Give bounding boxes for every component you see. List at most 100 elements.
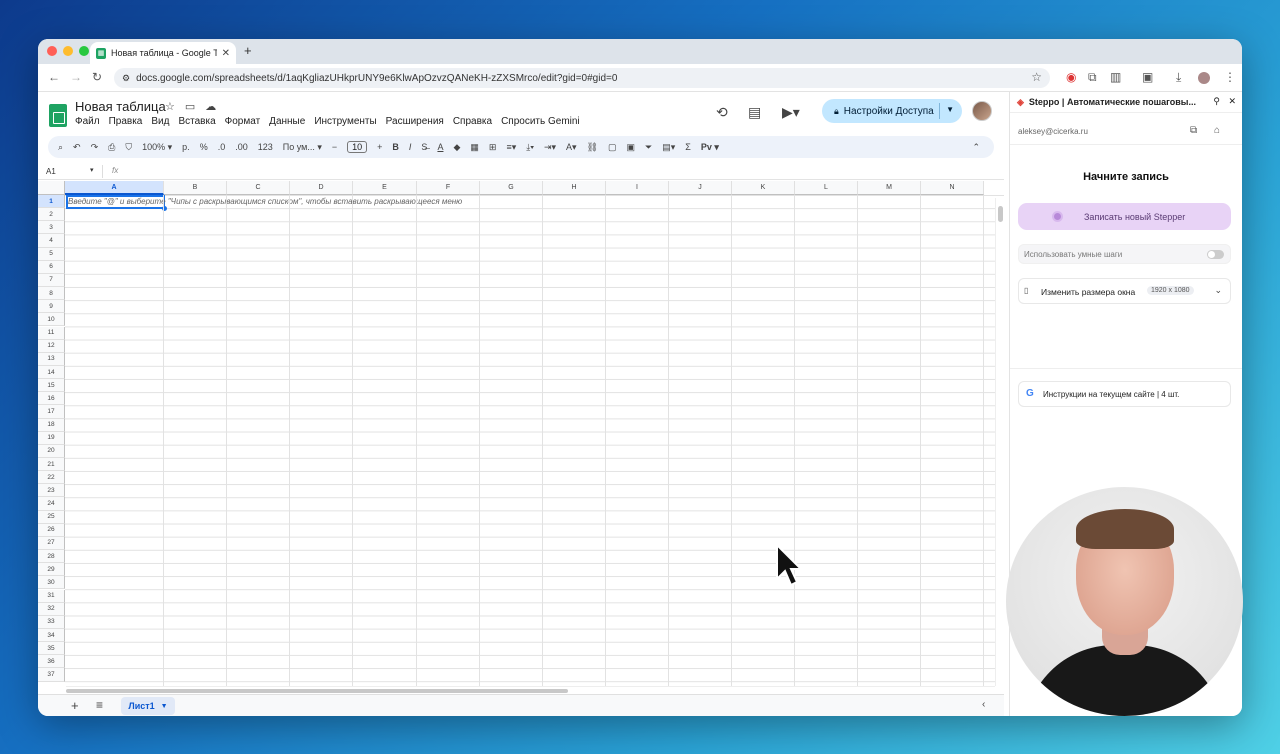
font-select[interactable]: По ум... ▾ bbox=[283, 142, 322, 153]
menu-insert[interactable]: Вставка bbox=[178, 116, 215, 127]
open-external-icon[interactable]: ⧉ bbox=[1190, 125, 1197, 136]
print-icon[interactable]: ⎙ bbox=[108, 142, 115, 153]
fill-color-icon[interactable]: ◆ bbox=[453, 142, 460, 153]
insert-chart-icon[interactable]: ▣ bbox=[627, 142, 636, 153]
menu-extensions[interactable]: Расширения bbox=[386, 116, 444, 127]
more-formats-button[interactable]: 123 bbox=[258, 142, 273, 152]
row-header-21[interactable]: 21 bbox=[38, 458, 65, 472]
share-dropdown-icon[interactable]: ▼ bbox=[946, 105, 954, 114]
row-header-25[interactable]: 25 bbox=[38, 510, 65, 524]
column-header-c[interactable]: C bbox=[227, 181, 290, 195]
row-header-31[interactable]: 31 bbox=[38, 589, 65, 603]
menu-format[interactable]: Формат bbox=[225, 116, 261, 127]
name-box[interactable]: A1 bbox=[46, 167, 56, 176]
vertical-scrollbar[interactable] bbox=[995, 198, 1004, 686]
redo-icon[interactable]: ↷ bbox=[91, 142, 99, 153]
horizontal-scrollbar[interactable] bbox=[66, 686, 995, 694]
text-rotation-icon[interactable]: A▾ bbox=[566, 142, 577, 153]
all-sheets-icon[interactable]: ≡ bbox=[96, 698, 103, 712]
menu-data[interactable]: Данные bbox=[269, 116, 305, 127]
paint-format-icon[interactable]: ⛉ bbox=[125, 142, 132, 153]
close-tab-icon[interactable]: ✕ bbox=[222, 48, 230, 59]
row-header-1[interactable]: 1 bbox=[38, 195, 65, 209]
percent-button[interactable]: % bbox=[200, 142, 208, 152]
input-tools-button[interactable]: Рv ▾ bbox=[701, 142, 719, 153]
name-box-dropdown-icon[interactable]: ▾ bbox=[90, 166, 94, 174]
comments-icon[interactable]: ▤ bbox=[748, 104, 761, 121]
row-header-27[interactable]: 27 bbox=[38, 536, 65, 551]
document-title[interactable]: Новая таблица bbox=[75, 99, 166, 114]
close-window-button[interactable] bbox=[47, 46, 57, 56]
row-header-13[interactable]: 13 bbox=[38, 352, 65, 366]
row-header-17[interactable]: 17 bbox=[38, 405, 65, 419]
row-header-28[interactable]: 28 bbox=[38, 550, 65, 564]
search-menus-icon[interactable]: ⌕ bbox=[58, 142, 63, 153]
horizontal-align-icon[interactable]: ≡▾ bbox=[506, 142, 516, 153]
column-header-k[interactable]: K bbox=[732, 181, 795, 195]
row-header-20[interactable]: 20 bbox=[38, 444, 65, 458]
filter-icon[interactable]: ⏷ bbox=[645, 142, 652, 153]
column-header-j[interactable]: J bbox=[669, 181, 732, 195]
column-header-n[interactable]: N bbox=[921, 181, 984, 195]
font-size-decrease-icon[interactable]: − bbox=[332, 142, 337, 152]
share-button[interactable]: 🔒︎ Настройки Доступа ▼ bbox=[822, 99, 962, 123]
back-icon[interactable]: ← bbox=[48, 70, 60, 84]
collapse-toolbar-icon[interactable]: ⌃ bbox=[972, 142, 980, 153]
collapse-explore-icon[interactable]: ‹ bbox=[982, 699, 985, 710]
menu-help[interactable]: Справка bbox=[453, 116, 492, 127]
row-header-14[interactable]: 14 bbox=[38, 365, 65, 380]
download-icon[interactable]: ⤓ bbox=[1176, 70, 1181, 85]
row-header-35[interactable]: 35 bbox=[38, 642, 65, 656]
bookmark-star-icon[interactable]: ☆ bbox=[1031, 70, 1042, 84]
resize-window-row[interactable]: ▯ Изменить размера окна 1920 x 1080 ⌄ bbox=[1018, 278, 1231, 304]
row-header-30[interactable]: 30 bbox=[38, 576, 65, 590]
smart-steps-toggle[interactable] bbox=[1207, 250, 1224, 259]
functions-button[interactable]: Σ bbox=[685, 142, 691, 152]
decrease-decimal-button[interactable]: .0 bbox=[218, 142, 226, 152]
menu-gemini[interactable]: Спросить Gemini bbox=[501, 116, 580, 127]
version-history-icon[interactable]: ⟲ bbox=[716, 104, 728, 121]
column-header-f[interactable]: F bbox=[417, 181, 480, 195]
browser-tab[interactable]: ▦ Новая таблица - Google Таб ✕ bbox=[90, 42, 236, 64]
home-icon[interactable]: ⌂ bbox=[1214, 125, 1220, 136]
column-header-e[interactable]: E bbox=[353, 181, 417, 195]
move-folder-icon[interactable]: ▭ bbox=[185, 100, 195, 113]
column-header-g[interactable]: G bbox=[480, 181, 543, 195]
menu-tools[interactable]: Инструменты bbox=[314, 116, 376, 127]
undo-icon[interactable]: ↶ bbox=[73, 142, 81, 153]
column-header-l[interactable]: L bbox=[795, 181, 858, 195]
tab-search-icon[interactable]: ▣ bbox=[1142, 70, 1153, 84]
column-header-b[interactable]: B bbox=[164, 181, 227, 195]
row-header-6[interactable]: 6 bbox=[38, 260, 65, 274]
row-header-26[interactable]: 26 bbox=[38, 523, 65, 537]
formula-input[interactable] bbox=[128, 165, 988, 178]
menu-edit[interactable]: Правка bbox=[109, 116, 143, 127]
row-header-5[interactable]: 5 bbox=[38, 247, 65, 261]
row-header-9[interactable]: 9 bbox=[38, 300, 65, 314]
url-field[interactable]: ⚙ docs.google.com/spreadsheets/d/1aqKgli… bbox=[114, 68, 1050, 88]
column-header-i[interactable]: I bbox=[606, 181, 669, 195]
insert-link-icon[interactable]: ⛓ bbox=[587, 142, 598, 153]
account-avatar[interactable] bbox=[972, 101, 992, 121]
site-instructions-row[interactable]: G Инструкции на текущем сайте | 4 шт. bbox=[1018, 381, 1231, 407]
meet-icon[interactable]: ▶▾ bbox=[782, 104, 800, 121]
font-size-increase-icon[interactable]: + bbox=[377, 142, 382, 152]
row-header-22[interactable]: 22 bbox=[38, 471, 65, 485]
row-header-15[interactable]: 15 bbox=[38, 379, 65, 393]
pin-icon[interactable]: ⚲ bbox=[1213, 96, 1220, 107]
maximize-window-button[interactable] bbox=[79, 46, 89, 56]
font-size-input[interactable]: 10 bbox=[347, 141, 368, 153]
profile-avatar[interactable] bbox=[1198, 72, 1210, 84]
strikethrough-icon[interactable]: S̶ bbox=[421, 142, 427, 152]
row-header-18[interactable]: 18 bbox=[38, 418, 65, 432]
bold-button[interactable]: B bbox=[392, 142, 399, 152]
merge-cells-icon[interactable]: ⊞ bbox=[489, 142, 497, 153]
browser-menu-icon[interactable]: ⋮ bbox=[1224, 70, 1236, 84]
sheets-logo-icon[interactable] bbox=[49, 104, 67, 127]
row-header-4[interactable]: 4 bbox=[38, 234, 65, 248]
column-header-h[interactable]: H bbox=[543, 181, 606, 195]
reload-icon[interactable]: ↻ bbox=[92, 70, 102, 84]
text-wrap-icon[interactable]: ⇥▾ bbox=[544, 142, 556, 153]
text-color-icon[interactable]: A bbox=[437, 142, 443, 152]
zoom-select[interactable]: 100% ▾ bbox=[142, 142, 172, 153]
